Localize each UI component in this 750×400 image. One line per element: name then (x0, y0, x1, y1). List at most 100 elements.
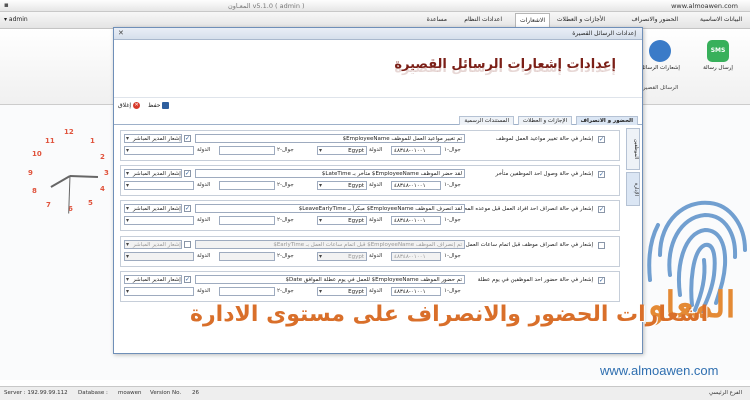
menu-tab-help[interactable]: مساعدة (427, 16, 447, 23)
country-label: الدولة (369, 147, 383, 153)
message-template-field[interactable]: لقد حضر الموظف EmployeeName$ متأخر بـ La… (195, 169, 465, 178)
promo-caption: اشعارات الحضور والانصراف على مستوى الادا… (190, 302, 709, 327)
dialog-tabs: الحضور و الانصراف الإجازات و العطلات الم… (114, 115, 642, 125)
row-label: إشعار في حالة تغيير مواعيد العمل لموظف (495, 136, 593, 142)
mobile-field[interactable]: ٠١٠٠١-٤٨٣٤٨ (391, 181, 441, 190)
close-label: إغلاق (118, 102, 132, 109)
dialog-toolbar: إغلاق ✕ حفظ (114, 97, 642, 114)
mobile2-field[interactable] (219, 216, 275, 225)
tab-attendance[interactable]: الحضور و الانصراف (575, 116, 638, 125)
row-enable-checkbox[interactable] (598, 242, 605, 249)
mobile-label: جوال-١ (444, 253, 461, 259)
user-label[interactable]: ▾ admin (4, 16, 28, 23)
mobile-field[interactable]: ٠١٠٠١-٤٨٣٤٨ (391, 287, 441, 296)
manager-notify-checkbox[interactable]: ✓ (184, 170, 191, 177)
manager-notify-select[interactable]: إشعار المدير المباشر (124, 204, 182, 213)
send-sms-label: إرسال رسالة (703, 65, 733, 71)
message-template-field[interactable]: لقد انصرف الموظف EmployeeName$ مبكراً بـ… (195, 204, 465, 213)
country-select[interactable]: Egypt (317, 252, 367, 261)
manager-notify-checkbox[interactable] (184, 241, 191, 248)
clock-number: 4 (100, 185, 105, 193)
tab-official-documents[interactable]: المستندات الرسمية (459, 116, 514, 125)
manager-notify-select[interactable]: إشعار المدير المباشر (124, 275, 182, 284)
manager-notify-checkbox[interactable]: ✓ (184, 135, 191, 142)
message-template-field[interactable]: تم تغيير مواعيد العمل للموظف EmployeeNam… (195, 134, 465, 143)
row-label: إشعار في حالة حضور احد الموظفين في يوم ع… (477, 277, 593, 283)
country2-label: الدولة (197, 217, 211, 223)
analog-clock: 12 1 2 3 4 5 6 7 8 9 10 11 (0, 115, 130, 235)
country2-label: الدولة (197, 182, 211, 188)
menu-tab-basic-data[interactable]: البيانات الاساسية (700, 16, 742, 23)
save-button[interactable]: حفظ (148, 102, 170, 109)
clock-hour-hand (50, 175, 71, 188)
mobile2-label: جوال-٢ (277, 147, 294, 153)
country2-select[interactable] (124, 146, 194, 155)
clock-number: 5 (88, 199, 93, 207)
vtab-management[interactable]: الإدارة (626, 172, 640, 206)
clock-number: 1 (90, 137, 95, 145)
clock-number: 3 (104, 169, 109, 177)
country2-select[interactable] (124, 252, 194, 261)
country-select[interactable]: Egypt (317, 287, 367, 296)
vtab-employees[interactable]: الموظفين (626, 128, 640, 170)
row-label: إشعار في حالة وصول احد الموظفين متأخر (495, 171, 593, 177)
send-sms-button[interactable]: SMS إرسال رسالة (698, 40, 738, 71)
dialog-titlebar: ✕ إعدادات الرسائل القصيرة (114, 28, 642, 40)
manager-notify-select[interactable]: إشعار المدير المباشر (124, 134, 182, 143)
mobile-field[interactable]: ٠١٠٠١-٤٨٣٤٨ (391, 216, 441, 225)
country2-select[interactable] (124, 181, 194, 190)
message-template-field[interactable]: تم إنصراف الموظف EmployeeName$ قبل اتمام… (195, 240, 465, 249)
menu-tab-attendance[interactable]: الحضور والانصراف (631, 16, 678, 23)
dialog-title: إعدادات الرسائل القصيرة (572, 30, 636, 37)
ribbon-group-label: الرسائل القصيرة (640, 85, 679, 91)
mobile2-field[interactable] (219, 181, 275, 190)
country2-select[interactable] (124, 216, 194, 225)
dialog-close-icon[interactable]: ✕ (118, 29, 124, 37)
country-select[interactable]: Egypt (317, 146, 367, 155)
close-button[interactable]: إغلاق ✕ (118, 102, 141, 109)
mobile-label: جوال-١ (444, 288, 461, 294)
tab-leaves[interactable]: الإجازات و العطلات (517, 116, 572, 125)
brand-url: www.almoawen.com (600, 363, 719, 378)
mobile-field[interactable]: ٠١٠٠١-٤٨٣٤٨ (391, 146, 441, 155)
country2-label: الدولة (197, 147, 211, 153)
clock-number: 2 (100, 153, 105, 161)
row-enable-checkbox[interactable]: ✓ (598, 136, 605, 143)
mobile2-field[interactable] (219, 252, 275, 261)
country-select[interactable]: Egypt (317, 181, 367, 190)
clock-number: 12 (64, 128, 74, 136)
country-label: الدولة (369, 288, 383, 294)
mobile2-field[interactable] (219, 287, 275, 296)
manager-notify-select[interactable]: إشعار المدير المباشر (124, 169, 182, 178)
row-enable-checkbox[interactable]: ✓ (598, 277, 605, 284)
app-version: v5.1.0 ( admin ) (252, 2, 305, 10)
mobile2-label: جوال-٢ (277, 182, 294, 188)
database-label: Database : (78, 390, 108, 396)
clock-number: 7 (46, 201, 51, 209)
country2-select[interactable] (124, 287, 194, 296)
mobile2-label: جوال-٢ (277, 217, 294, 223)
mobile2-field[interactable] (219, 146, 275, 155)
clock-number: 9 (28, 169, 33, 177)
mobile-label: جوال-١ (444, 147, 461, 153)
menu-tab-leaves[interactable]: الأجازات و العطلات (557, 16, 605, 23)
version-label: Version No. (150, 390, 182, 396)
sms-notifications-button[interactable]: إشعارات الرسائل (640, 40, 680, 71)
clock-number: 8 (32, 187, 37, 195)
manager-notify-select[interactable]: إشعار المدير المباشر (124, 240, 182, 249)
dialog-header: إعدادات إشعارات الرسائل القصيرة إعدادات … (114, 41, 642, 97)
menu-tab-system-settings[interactable]: اعدادات النظام (464, 16, 502, 23)
website-label: www.almoawen.com (671, 2, 738, 10)
mobile-field[interactable]: ٠١٠٠١-٤٨٣٤٨ (391, 252, 441, 261)
app-title: المعـاون v5.1.0 ( admin ) (228, 2, 305, 10)
save-label: حفظ (148, 102, 161, 109)
manager-notify-checkbox[interactable]: ✓ (184, 276, 191, 283)
row-enable-checkbox[interactable]: ✓ (598, 171, 605, 178)
country-select[interactable]: Egypt (317, 216, 367, 225)
notification-row: ✓ إشعار في حالة تغيير مواعيد العمل لموظف ت… (120, 130, 620, 161)
message-template-field[interactable]: تم حضور الموظف EmployeeName$ للعمل في يو… (195, 275, 465, 284)
country2-label: الدولة (197, 288, 211, 294)
manager-notify-checkbox[interactable]: ✓ (184, 205, 191, 212)
row-enable-checkbox[interactable]: ✓ (598, 206, 605, 213)
sms-notifications-label: إشعارات الرسائل (640, 65, 680, 71)
